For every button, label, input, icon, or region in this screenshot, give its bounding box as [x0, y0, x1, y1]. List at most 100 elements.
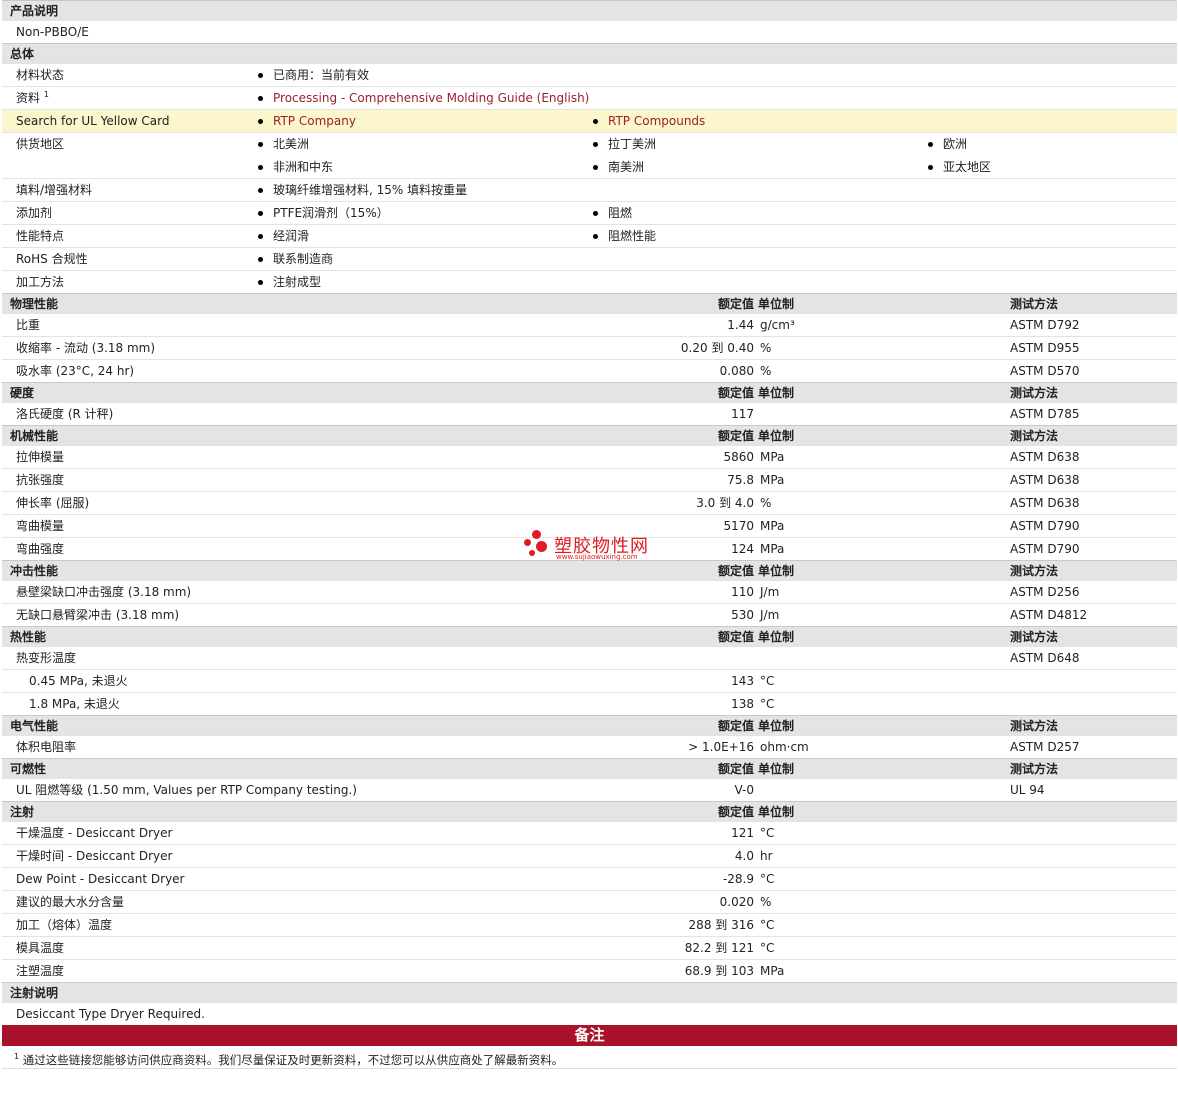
property-row: 比重 1.44 g/cm³ ASTM D792 [2, 313, 1177, 336]
property-unit: hr [760, 849, 773, 863]
injection-note-text: Desiccant Type Dryer Required. [16, 1007, 205, 1021]
product-desc-text: Non-PBBO/E [16, 25, 89, 39]
property-unit: °C [760, 941, 775, 955]
property-row: Dew Point - Desiccant Dryer -28.9 °C [2, 867, 1177, 890]
property-row: 拉伸模量 5860 MPa ASTM D638 [2, 445, 1177, 468]
col-header-method: 测试方法 [1010, 630, 1059, 644]
property-row: 模具温度 82.2 到 121 °C [2, 936, 1177, 959]
col-header-unit: 单位制 [758, 297, 795, 311]
filler-value: 玻璃纤维增强材料, 15% 填料按重量 [258, 179, 467, 202]
property-method: ASTM D4812 [1010, 608, 1088, 622]
feature-item: 经润滑 [258, 225, 309, 248]
property-label: Dew Point - Desiccant Dryer [16, 872, 185, 886]
footnote-number: 1 [14, 1052, 20, 1061]
property-row: 伸长率 (屈服) 3.0 到 4.0% ASTM D638 [2, 491, 1177, 514]
supply-region-row: 供货地区 北美洲 拉丁美洲 欧洲 非洲和中东 南美洲 亚太地区 [2, 132, 1177, 178]
col-header-value: 额定值 [717, 386, 754, 400]
process-method-value: 注射成型 [258, 271, 321, 294]
property-label: 无缺口悬臂梁冲击 (3.18 mm) [16, 608, 180, 622]
section-header-physical: 物理性能 额定值 单位制 测试方法 [2, 293, 1177, 313]
property-unit: % [760, 895, 772, 909]
property-unit: MPa [760, 964, 785, 978]
property-method: ASTM D955 [1010, 341, 1080, 355]
property-label: 吸水率 (23°C, 24 hr) [16, 364, 135, 378]
property-row: UL 阻燃等级 (1.50 mm, Values per RTP Company… [2, 778, 1177, 801]
property-unit: °C [760, 697, 775, 711]
col-header-unit: 单位制 [758, 429, 795, 443]
property-unit: g/cm³ [760, 318, 795, 332]
supply-region-label: 供货地区 [16, 137, 65, 151]
property-label: 热变形温度 [16, 651, 77, 665]
feature-item: 阻燃性能 [593, 225, 656, 248]
property-label: 收缩率 - 流动 (3.18 mm) [16, 341, 156, 355]
property-method: ASTM D648 [1010, 651, 1080, 665]
col-header-unit: 单位制 [758, 762, 795, 776]
property-unit: ohm·cm [760, 740, 809, 754]
property-value: V-0 [734, 783, 754, 797]
property-row: 干燥时间 - Desiccant Dryer 4.0 hr [2, 844, 1177, 867]
additive-row: 添加剂 PTFE润滑剂（15%） 阻燃 [2, 201, 1177, 224]
rtp-company-link[interactable]: RTP Company [273, 114, 356, 128]
col-header-value: 额定值 [717, 805, 754, 819]
property-row: 注塑温度 68.9 到 103 MPa [2, 959, 1177, 982]
section-header-thermal: 热性能 额定值 单位制 测试方法 [2, 626, 1177, 646]
region-item: 拉丁美洲 [593, 133, 656, 156]
property-value: 5860 [723, 450, 754, 464]
property-label: 0.45 MPa, 未退火 [29, 674, 128, 688]
col-header-method: 测试方法 [1010, 297, 1059, 311]
watermark-url: www.sujiaowuxing.com [556, 553, 638, 561]
property-unit: MPa [760, 450, 785, 464]
property-row: 加工（熔体）温度 288 到 316 °C [2, 913, 1177, 936]
property-method: ASTM D638 [1010, 496, 1080, 510]
additive-label: 添加剂 [16, 206, 53, 220]
property-label: 悬壁梁缺口冲击强度 (3.18 mm) [16, 585, 192, 599]
property-value: 110 [731, 585, 754, 599]
additive-item: 阻燃 [593, 202, 632, 225]
col-header-value: 额定值 [717, 564, 754, 578]
property-row: 1.8 MPa, 未退火 138 °C [2, 692, 1177, 715]
property-value: 0.080 [719, 364, 754, 378]
material-status-value: 已商用：当前有效 [258, 64, 369, 87]
material-status-label: 材料状态 [16, 68, 65, 82]
property-unit: J/m [760, 585, 780, 599]
features-row: 性能特点 经润滑 阻燃性能 [2, 224, 1177, 247]
property-row: 0.45 MPa, 未退火 143 °C [2, 669, 1177, 692]
col-header-value: 额定值 [717, 429, 754, 443]
property-value: 117 [731, 407, 754, 421]
property-label: UL 阻燃等级 (1.50 mm, Values per RTP Company… [16, 783, 357, 797]
property-label: 加工（熔体）温度 [16, 918, 113, 932]
property-method: UL 94 [1010, 783, 1045, 797]
property-method: ASTM D257 [1010, 740, 1080, 754]
rtp-compounds-link[interactable]: RTP Compounds [608, 114, 705, 128]
col-header-value: 额定值 [717, 297, 754, 311]
property-unit: MPa [760, 519, 785, 533]
property-unit: % [760, 364, 772, 378]
property-row: 无缺口悬臂梁冲击 (3.18 mm) 530 J/m ASTM D4812 [2, 603, 1177, 626]
property-method: ASTM D570 [1010, 364, 1080, 378]
property-method: ASTM D256 [1010, 585, 1080, 599]
molding-guide-link[interactable]: Processing - Comprehensive Molding Guide… [273, 91, 589, 105]
property-value: 5170 [723, 519, 754, 533]
col-header-method: 测试方法 [1010, 429, 1059, 443]
rohs-value: 联系制造商 [258, 248, 333, 271]
property-label: 体积电阻率 [16, 740, 77, 754]
section-header-product-desc: 产品说明 [2, 0, 1177, 20]
property-method: ASTM D790 [1010, 519, 1080, 533]
col-header-method: 测试方法 [1010, 719, 1059, 733]
material-status-row: 材料状态 已商用：当前有效 [2, 63, 1177, 86]
property-value: 288 到 316 [688, 918, 754, 932]
col-header-unit: 单位制 [758, 630, 795, 644]
property-row: 干燥温度 - Desiccant Dryer 121 °C [2, 821, 1177, 844]
col-header-method: 测试方法 [1010, 386, 1059, 400]
footnote-text: 通过这些链接您能够访问供应商资料。我们尽量保证及时更新资料，不过您可以从供应商处… [22, 1052, 564, 1067]
property-method: ASTM D785 [1010, 407, 1080, 421]
ul-yellow-card-row: Search for UL Yellow Card RTP Company RT… [2, 109, 1177, 132]
property-value: 0.20 到 0.40 [680, 341, 754, 355]
filler-row: 填料/增强材料 玻璃纤维增强材料, 15% 填料按重量 [2, 178, 1177, 201]
property-value: -28.9 [722, 872, 754, 886]
property-unit: J/m [760, 608, 780, 622]
property-label: 比重 [16, 318, 41, 332]
section-header-general: 总体 [2, 43, 1177, 63]
property-value: 0.020 [719, 895, 754, 909]
property-unit: °C [760, 918, 775, 932]
